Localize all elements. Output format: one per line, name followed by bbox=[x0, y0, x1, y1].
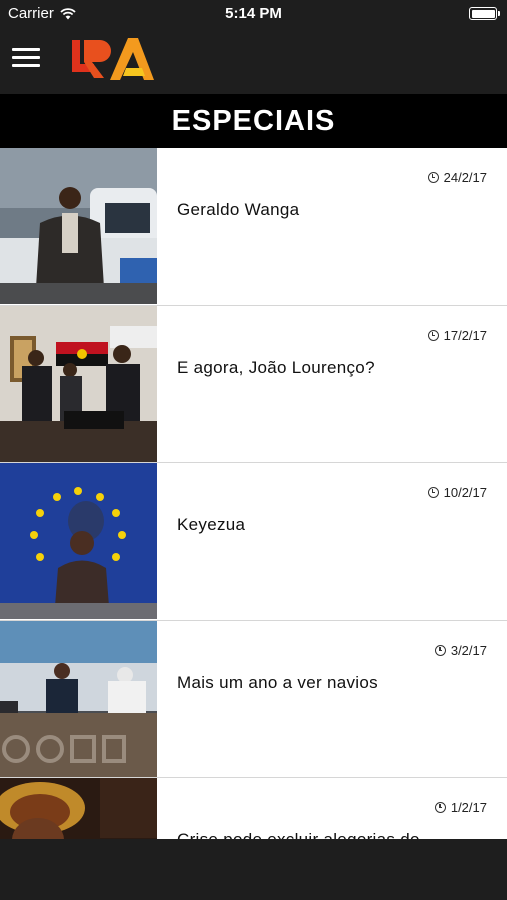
article-title[interactable]: Keyezua bbox=[177, 515, 487, 535]
battery-icon bbox=[469, 7, 500, 20]
article-thumbnail bbox=[0, 305, 157, 462]
article-title[interactable]: Geraldo Wanga bbox=[177, 200, 487, 220]
date-label: 10/2/17 bbox=[443, 485, 487, 500]
status-bar: Carrier 5:14 PM bbox=[0, 0, 507, 28]
article-date: 3/2/17 bbox=[434, 642, 487, 658]
hamburger-menu-icon[interactable] bbox=[12, 48, 40, 72]
article-thumbnail bbox=[0, 620, 157, 777]
section-title: ESPECIAIS bbox=[0, 94, 507, 148]
article-date: 10/2/17 bbox=[427, 485, 487, 500]
article-date: 24/2/17 bbox=[427, 170, 487, 185]
ra-logo[interactable] bbox=[70, 34, 156, 86]
app-screen: Carrier 5:14 PM ESPECIAIS 24/2/17 Gerald… bbox=[0, 0, 507, 900]
article-row[interactable]: 1/2/17 Crise pode excluir alegorias do bbox=[0, 778, 507, 839]
article-title[interactable]: E agora, João Lourenço? bbox=[177, 358, 487, 378]
clock-icon bbox=[427, 487, 439, 498]
bottom-bar bbox=[0, 839, 507, 900]
article-row[interactable]: 17/2/17 E agora, João Lourenço? bbox=[0, 305, 507, 463]
date-label: 1/2/17 bbox=[450, 800, 487, 815]
clock-icon bbox=[434, 644, 446, 656]
date-label: 3/2/17 bbox=[450, 642, 487, 658]
article-row[interactable]: 3/2/17 Mais um ano a ver navios bbox=[0, 620, 507, 778]
article-thumbnail bbox=[0, 463, 157, 619]
clock-icon bbox=[427, 329, 439, 341]
article-list[interactable]: 24/2/17 Geraldo Wanga 17/2/17 E agora, J… bbox=[0, 148, 507, 839]
article-date: 17/2/17 bbox=[427, 327, 487, 343]
date-label: 24/2/17 bbox=[443, 170, 487, 185]
article-row[interactable]: 10/2/17 Keyezua bbox=[0, 463, 507, 621]
date-label: 17/2/17 bbox=[443, 327, 487, 343]
clock-time: 5:14 PM bbox=[225, 5, 282, 22]
nav-bar bbox=[0, 28, 507, 94]
clock-icon bbox=[427, 172, 439, 183]
article-thumbnail bbox=[0, 148, 157, 304]
article-date: 1/2/17 bbox=[434, 800, 487, 815]
article-thumbnail bbox=[0, 778, 157, 839]
article-row[interactable]: 24/2/17 Geraldo Wanga bbox=[0, 148, 507, 306]
clock-icon bbox=[434, 802, 446, 813]
article-title[interactable]: Crise pode excluir alegorias do bbox=[177, 830, 487, 839]
article-title[interactable]: Mais um ano a ver navios bbox=[177, 673, 487, 693]
